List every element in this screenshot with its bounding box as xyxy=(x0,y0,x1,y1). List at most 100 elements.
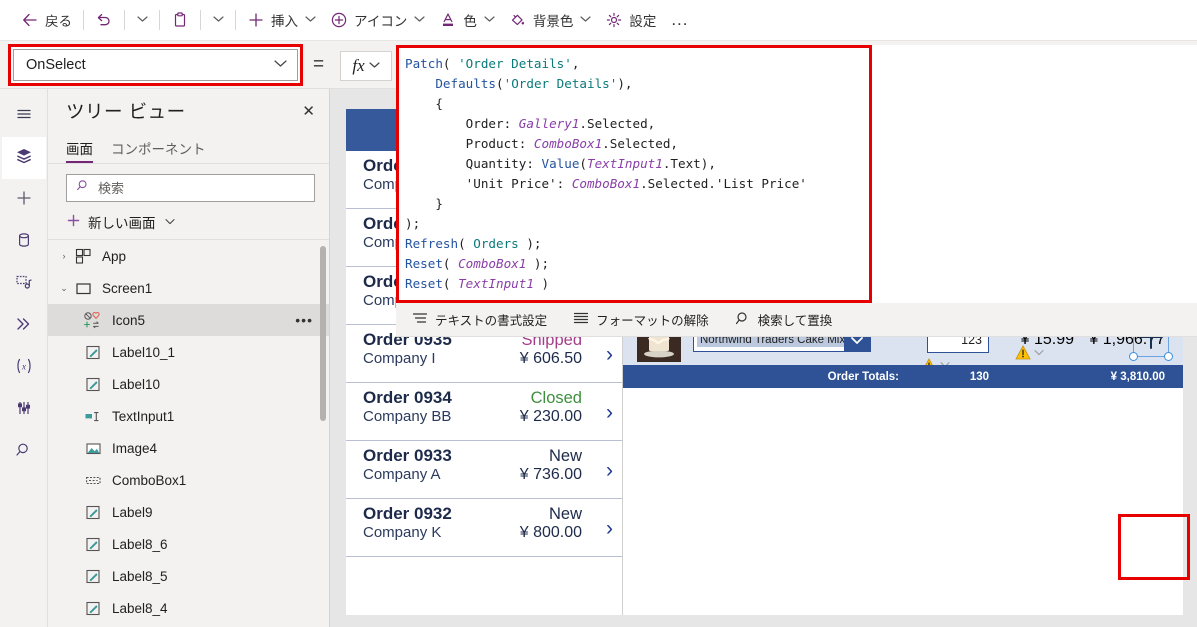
back-button[interactable]: 戻る xyxy=(14,4,79,36)
property-selector-value: OnSelect xyxy=(26,57,86,73)
paste-button[interactable] xyxy=(164,4,196,36)
formula-editor[interactable]: Patch( 'Order Details', Defaults('Order … xyxy=(396,45,872,303)
tree-item-image4[interactable]: Image4 xyxy=(48,432,329,464)
format-text-button[interactable]: テキストの書式設定 xyxy=(412,310,547,329)
search-input[interactable] xyxy=(98,180,305,196)
tree-search-box[interactable] xyxy=(66,174,315,202)
image-icon xyxy=(82,440,104,457)
icons-button[interactable]: アイコン xyxy=(323,4,432,36)
fx-button[interactable]: fx xyxy=(340,51,392,81)
new-screen-label: 新しい画面 xyxy=(88,216,156,231)
resize-handle-bottom-right[interactable] xyxy=(1164,352,1173,361)
tab-screens[interactable]: 画面 xyxy=(66,138,93,163)
property-selector[interactable]: OnSelect xyxy=(13,49,298,81)
tree-item-label9[interactable]: Label9 xyxy=(48,496,329,528)
app-icon xyxy=(72,248,94,265)
icon-control-icon xyxy=(82,311,104,329)
tree-item-label8-5[interactable]: Label8_5 xyxy=(48,560,329,592)
find-replace-button[interactable]: 検索して置換 xyxy=(735,310,832,329)
search-icon xyxy=(76,178,91,198)
search-icon xyxy=(735,311,751,328)
label-icon xyxy=(82,568,104,585)
settings-label: 設定 xyxy=(629,14,657,29)
order-totals-row: Order Totals: 130 ¥ 3,810.00 xyxy=(623,365,1183,388)
chevron-down-icon xyxy=(484,15,495,25)
chevron-right-icon[interactable]: › xyxy=(606,402,613,423)
warning-icon[interactable] xyxy=(1015,345,1031,360)
gallery-amount: ¥ 606.50 xyxy=(519,350,582,367)
chevron-right-icon[interactable]: › xyxy=(606,518,613,539)
formula-line: Order: Gallery1.Selected, xyxy=(405,116,656,131)
rail-button-media[interactable] xyxy=(2,263,46,305)
tools-icon xyxy=(14,398,34,423)
formula-code[interactable]: Patch( 'Order Details', Defaults('Order … xyxy=(399,48,869,294)
tree-scrollbar-thumb[interactable] xyxy=(320,246,326,421)
tree-item-screen1[interactable]: ⌄ Screen1 xyxy=(48,272,329,304)
rail-button-variables[interactable]: x xyxy=(2,347,46,389)
command-bar: 戻る 挿入 アイコン 色 背景色 設定 ... xyxy=(0,0,1197,41)
tree-item-label8-6[interactable]: Label8_6 xyxy=(48,528,329,560)
formula-line: Quantity: Value(TextInput1.Text), xyxy=(405,156,716,171)
tree-item-textinput1[interactable]: TextInput1 xyxy=(48,400,329,432)
tab-components[interactable]: コンポーネント xyxy=(111,138,206,163)
tree-item-label: Label8_5 xyxy=(112,568,168,584)
gallery-item[interactable]: Order 0933 New Company A ¥ 736.00 › xyxy=(346,441,622,499)
separator xyxy=(200,10,201,30)
undo-button[interactable] xyxy=(88,4,120,36)
separator xyxy=(159,10,160,30)
close-icon[interactable]: ✕ xyxy=(302,104,315,119)
formula-line: Defaults('Order Details'), xyxy=(435,76,633,91)
paste-dropdown[interactable] xyxy=(205,4,231,36)
tab-divider xyxy=(48,163,329,164)
tree-item-icon5[interactable]: Icon5 ••• xyxy=(48,304,329,336)
overflow-menu-button[interactable]: ... xyxy=(663,10,696,30)
chevron-right-icon[interactable]: › xyxy=(606,460,613,481)
formula-line: 'Unit Price': ComboBox1.Selected.'List P… xyxy=(405,176,807,191)
chevron-down-icon xyxy=(137,15,148,25)
tree-item-label8-4[interactable]: Label8_4 xyxy=(48,592,329,620)
gallery-item[interactable]: Order 0932 New Company K ¥ 800.00 › xyxy=(346,499,622,557)
remove-formatting-button[interactable]: フォーマットの解除 xyxy=(573,310,709,329)
gallery-company: Company I xyxy=(363,350,436,367)
chevron-down-icon[interactable]: ⌄ xyxy=(56,283,72,294)
chevron-right-icon[interactable]: › xyxy=(606,344,613,365)
tree-item-app[interactable]: › App xyxy=(48,240,329,272)
rail-button-insert[interactable] xyxy=(2,179,46,221)
chevron-down-icon xyxy=(305,15,316,25)
gallery-status: New xyxy=(548,505,582,523)
new-screen-button[interactable]: 新しい画面 xyxy=(48,205,329,239)
color-button[interactable]: 色 xyxy=(432,4,502,36)
lines-icon xyxy=(573,311,589,328)
chevron-down-icon[interactable] xyxy=(1034,348,1044,358)
tree-item-combobox1[interactable]: ComboBox1 xyxy=(48,464,329,496)
settings-button[interactable]: 設定 xyxy=(598,4,663,36)
color-label: 色 xyxy=(463,14,477,29)
left-icon-rail: x xyxy=(0,89,48,627)
rail-button-power-automate[interactable] xyxy=(2,305,46,347)
plus-icon xyxy=(14,188,34,213)
chevron-right-icon[interactable]: › xyxy=(56,251,72,261)
power-apps-studio: 戻る 挿入 アイコン 色 背景色 設定 ... OnSelect = fx x … xyxy=(0,0,1197,627)
tree-view-header: ツリー ビュー ✕ xyxy=(48,89,329,133)
rail-button-menu[interactable] xyxy=(2,95,46,137)
gallery-amount: ¥ 736.00 xyxy=(519,466,582,483)
tree-item-label10-1[interactable]: Label10_1 xyxy=(48,336,329,368)
rail-button-data[interactable] xyxy=(2,221,46,263)
insert-label: 挿入 xyxy=(271,14,298,29)
order-totals-quantity: 130 xyxy=(969,370,989,383)
tree-view-tabs: 画面 コンポーネント xyxy=(48,133,329,163)
undo-dropdown[interactable] xyxy=(129,4,155,36)
rail-button-tree-view[interactable] xyxy=(1,137,46,179)
background-color-button[interactable]: 背景色 xyxy=(502,4,599,36)
rail-button-advanced-tools[interactable] xyxy=(2,389,46,431)
gallery-item[interactable]: Order 0934 Closed Company BB ¥ 230.00 › xyxy=(346,383,622,441)
tree-item-more-button[interactable]: ••• xyxy=(295,312,313,328)
formula-line: Refresh( Orders ); xyxy=(405,236,542,251)
insert-button[interactable]: 挿入 xyxy=(240,4,323,36)
hamburger-icon xyxy=(14,104,34,129)
resize-handle-bottom-left[interactable] xyxy=(1129,352,1138,361)
tree-item-label10[interactable]: Label10 xyxy=(48,368,329,400)
rail-button-search[interactable] xyxy=(2,431,46,473)
flow-icon xyxy=(14,314,34,339)
tree-view-panel: ツリー ビュー ✕ 画面 コンポーネント 新しい画面 xyxy=(48,89,330,627)
